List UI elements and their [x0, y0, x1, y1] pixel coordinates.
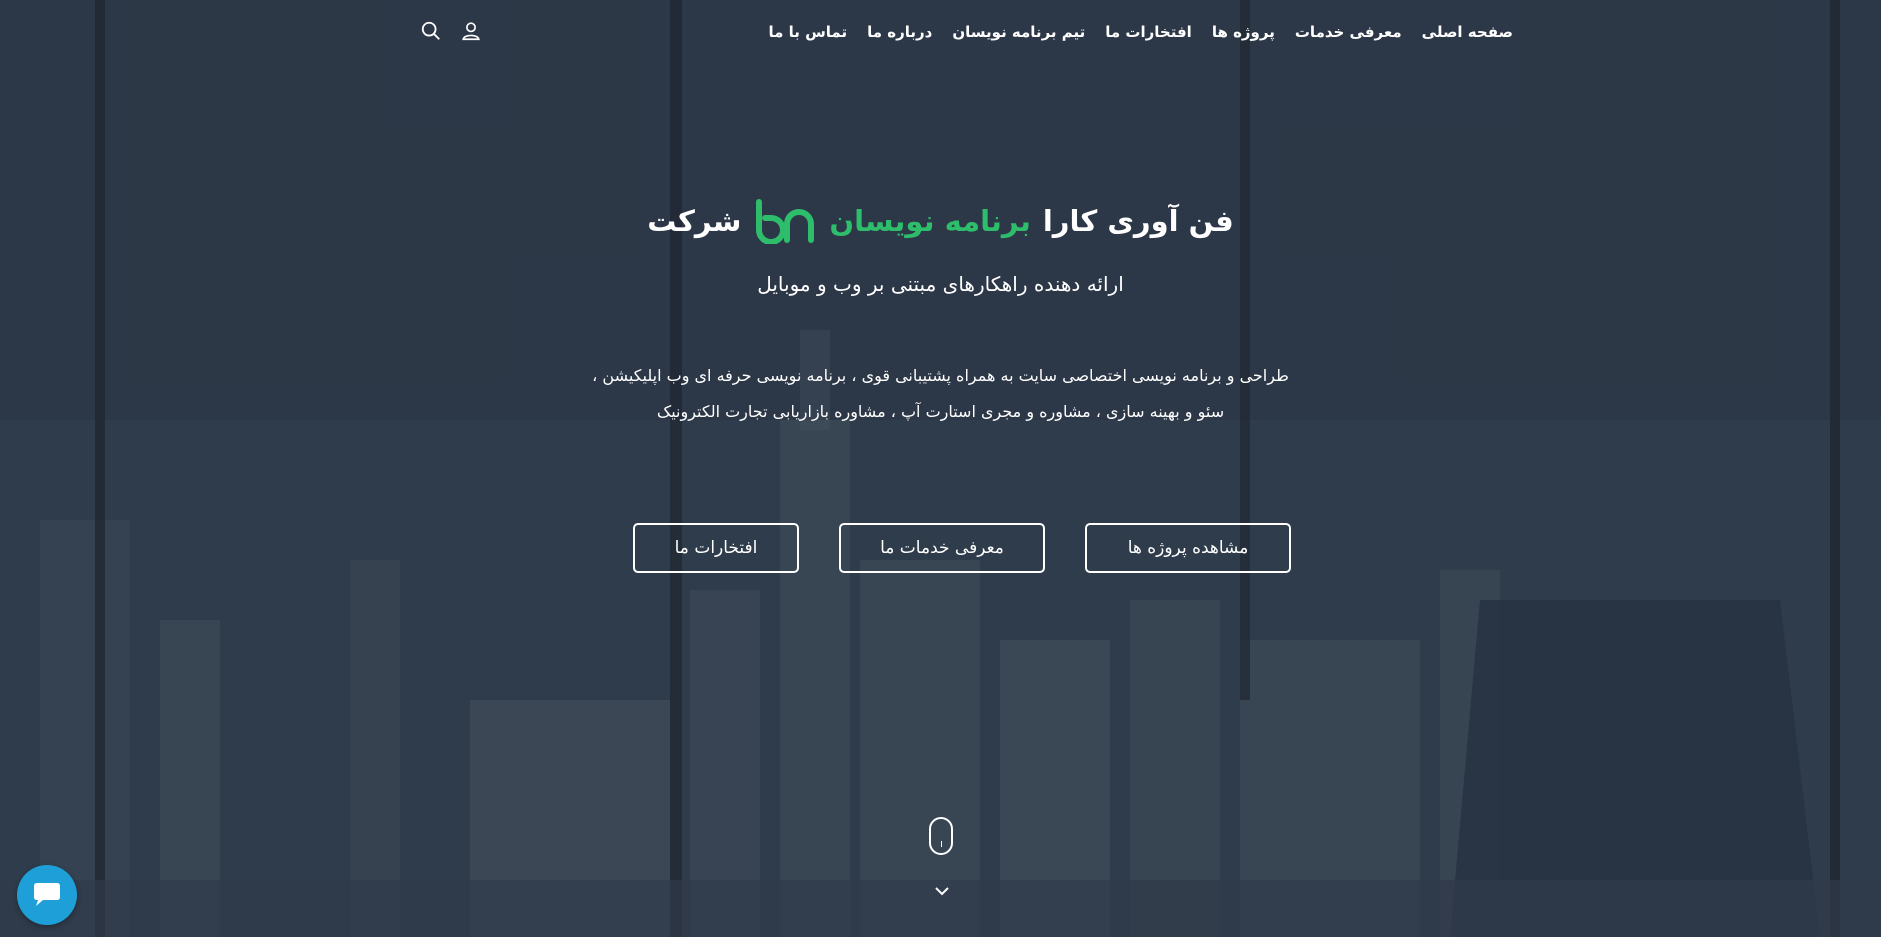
headline-prefix: شرکت	[647, 204, 742, 238]
nav-item-team[interactable]: تیم برنامه نویسان	[952, 20, 1085, 44]
user-icon[interactable]	[460, 20, 482, 42]
dark-overlay	[0, 0, 1881, 937]
hero-section: صفحه اصلی معرفی خدمات پروژه ها افتخارات …	[0, 0, 1881, 937]
hero-description: طراحی و برنامه نویسی اختصاصی سایت به همر…	[0, 358, 1881, 430]
mouse-scroll-icon[interactable]	[929, 817, 953, 855]
description-line-2: سئو و بهینه سازی ، مشاوره و مجری استارت …	[656, 402, 1225, 421]
nav-item-contact[interactable]: تماس با ما	[768, 20, 847, 44]
top-navigation: صفحه اصلی معرفی خدمات پروژه ها افتخارات …	[0, 20, 1881, 46]
our-services-button[interactable]: معرفی خدمات ما	[839, 523, 1045, 573]
nav-item-about[interactable]: درباره ما	[867, 20, 932, 44]
chevron-down-icon[interactable]	[933, 884, 951, 898]
nav-menu: صفحه اصلی معرفی خدمات پروژه ها افتخارات …	[768, 20, 1513, 44]
nav-icons	[420, 20, 482, 42]
nav-item-services[interactable]: معرفی خدمات	[1295, 20, 1402, 44]
our-honors-button[interactable]: افتخارات ما	[633, 523, 799, 573]
view-projects-button[interactable]: مشاهده پروژه ها	[1085, 523, 1291, 573]
nav-item-home[interactable]: صفحه اصلی	[1422, 20, 1513, 44]
description-line-1: طراحی و برنامه نویسی اختصاصی سایت به همر…	[592, 366, 1289, 385]
chat-widget-button[interactable]	[17, 865, 77, 925]
nav-item-projects[interactable]: پروژه ها	[1212, 20, 1275, 44]
headline-suffix: فن آوری کارا	[1042, 204, 1234, 238]
mouse-wheel	[941, 841, 942, 847]
search-icon[interactable]	[420, 20, 442, 42]
chat-bubble-icon	[34, 883, 60, 906]
nav-item-honors[interactable]: افتخارات ما	[1105, 20, 1192, 44]
hero-subtitle: ارائه دهنده راهکارهای مبتنی بر وب و موبا…	[757, 272, 1124, 296]
headline-brand: برنامه نویسان	[829, 204, 1031, 238]
hero-headline: شرکت برنامه نویسان فن آوری کارا	[0, 198, 1881, 244]
bn-logo-icon	[756, 199, 815, 244]
hero-buttons: مشاهده پروژه ها معرفی خدمات ما افتخارات …	[633, 523, 1291, 577]
